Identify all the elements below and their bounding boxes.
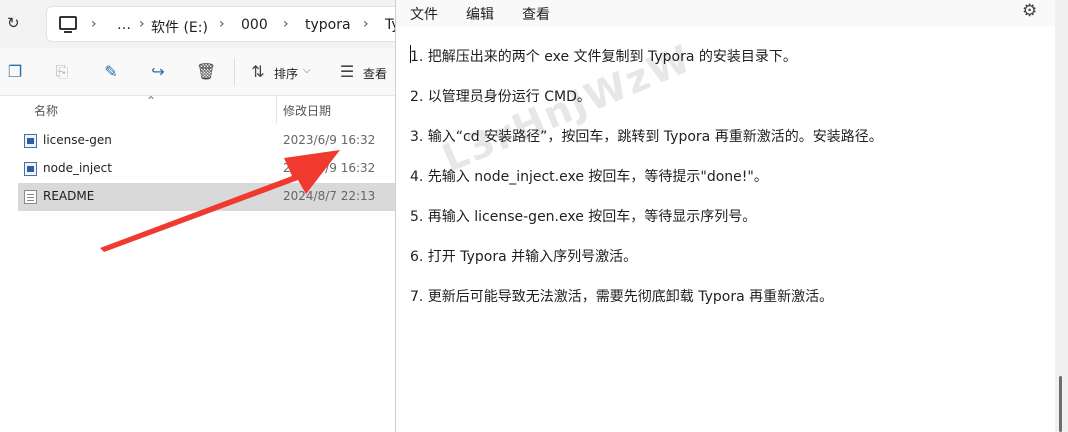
sort-ascending-icon: ⌃ <box>146 94 157 108</box>
file-name: license-gen <box>43 133 112 147</box>
exe-file-icon <box>24 134 37 148</box>
breadcrumb-folder-typora[interactable]: typora <box>305 17 351 33</box>
file-date: 2023/6/9 16:32 <box>283 161 376 175</box>
file-explorer-window: ↻ › … › 软件 (E:) › 000 › typora › Ty ❐ ⎘ … <box>0 0 406 432</box>
text-line: 6. 打开 Typora 并输入序列号激活。 <box>410 249 638 265</box>
view-button[interactable]: 查看 <box>363 65 387 82</box>
chevron-right-icon: › <box>219 16 225 32</box>
exe-file-icon <box>24 162 37 176</box>
text-line: 2. 以管理员身份运行 CMD。 <box>410 89 591 105</box>
text-line: 7. 更新后可能导致无法激活，需要先彻底卸载 Typora 再重新激活。 <box>410 289 834 305</box>
text-line: 4. 先输入 node_inject.exe 按回车，等待提示"done!"。 <box>410 169 768 185</box>
share-icon[interactable]: ↪ <box>148 62 168 82</box>
gear-icon[interactable]: ⚙ <box>1022 1 1037 21</box>
file-date: 2024/8/7 22:13 <box>283 189 376 203</box>
column-date[interactable]: 修改日期 <box>283 102 331 119</box>
breadcrumb-more[interactable]: … <box>117 17 131 33</box>
chevron-right-icon: › <box>139 16 145 32</box>
view-icon[interactable]: ☰ <box>337 62 357 82</box>
file-name: node_inject <box>43 161 112 175</box>
delete-icon[interactable]: 🗑 <box>196 62 216 82</box>
notepad-window: 文件 编辑 查看 ⚙ L3rHnJWzW 1. 把解压出来的两个 exe 文件复… <box>395 0 1056 432</box>
scrollbar-thumb[interactable] <box>1059 376 1062 432</box>
sort-icon[interactable]: ⇅ <box>248 62 268 82</box>
address-row: ↻ › … › 软件 (E:) › 000 › typora › Ty <box>0 0 406 48</box>
text-line: 3. 输入“cd 安装路径”，按回车，跳转到 Typora 再重新激活的。安装路… <box>410 129 883 145</box>
rename-icon[interactable]: ✎ <box>101 62 121 82</box>
paste-icon[interactable]: ⎘ <box>52 62 72 82</box>
file-name: README <box>43 189 95 203</box>
text-file-icon <box>24 190 37 204</box>
text-caret <box>410 45 411 63</box>
toolbar-divider <box>234 58 235 86</box>
copy-icon[interactable]: ❐ <box>5 62 25 82</box>
file-row[interactable]: node_inject 2023/6/9 16:32 <box>18 155 398 183</box>
column-separator[interactable] <box>276 96 277 124</box>
sort-button[interactable]: 排序 <box>274 65 298 82</box>
file-date: 2023/6/9 16:32 <box>283 133 376 147</box>
chevron-right-icon: › <box>283 16 289 32</box>
breadcrumb-drive[interactable]: 软件 (E:) <box>151 17 208 37</box>
menu-view[interactable]: 查看 <box>522 4 550 24</box>
desktop: ↻ › … › 软件 (E:) › 000 › typora › Ty ❐ ⎘ … <box>0 0 1068 432</box>
column-header: 名称 ⌃ 修改日期 <box>0 94 400 124</box>
menu-bar: 文件 编辑 查看 ⚙ <box>396 0 1056 26</box>
text-line: 5. 再输入 license-gen.exe 按回车，等待显示序列号。 <box>410 209 757 225</box>
chevron-right-icon: › <box>363 16 369 32</box>
menu-file[interactable]: 文件 <box>410 4 438 24</box>
command-bar: ❐ ⎘ ✎ ↪ 🗑 ⇅ 排序 ⌵ ☰ 查看 <box>0 48 400 96</box>
breadcrumb-folder-000[interactable]: 000 <box>241 17 268 33</box>
refresh-icon[interactable]: ↻ <box>7 14 20 32</box>
computer-icon <box>59 16 77 33</box>
chevron-down-icon: ⌵ <box>303 65 311 76</box>
menu-edit[interactable]: 编辑 <box>466 4 494 24</box>
text-line: 1. 把解压出来的两个 exe 文件复制到 Typora 的安装目录下。 <box>410 45 797 66</box>
address-bar[interactable]: › … › 软件 (E:) › 000 › typora › Ty <box>46 6 406 42</box>
file-row[interactable]: license-gen 2023/6/9 16:32 <box>18 127 398 155</box>
chevron-right-icon: › <box>91 16 97 32</box>
file-row-selected[interactable]: README 2024/8/7 22:13 <box>18 183 398 211</box>
vertical-scrollbar[interactable] <box>1055 0 1068 432</box>
column-name[interactable]: 名称 <box>34 102 58 119</box>
